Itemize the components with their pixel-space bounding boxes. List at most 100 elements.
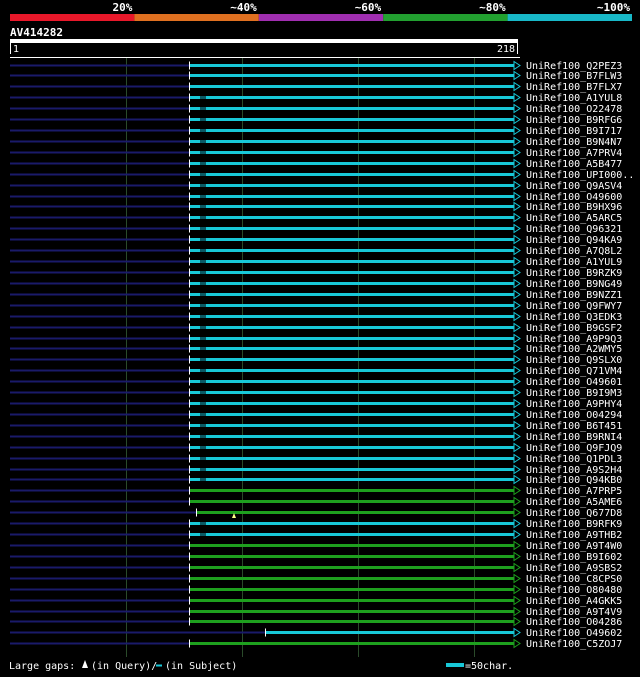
hit-label[interactable]: UniRef100_A5B477 bbox=[526, 159, 622, 170]
hit-label[interactable]: UniRef100_A5AME6 bbox=[526, 497, 622, 508]
hit-bar[interactable] bbox=[189, 620, 514, 623]
hit-row[interactable]: UniRef100_B9HX96 bbox=[10, 201, 622, 213]
hit-row[interactable]: UniRef100_Q677D8 bbox=[10, 507, 622, 519]
hit-row[interactable]: UniRef100_Q71VM4 bbox=[10, 365, 622, 377]
hit-label[interactable]: UniRef100_A7PRP5 bbox=[526, 486, 622, 497]
hit-bar[interactable] bbox=[189, 347, 514, 350]
hit-row[interactable]: UniRef100_B9NZZ1 bbox=[10, 289, 622, 301]
hit-label[interactable]: UniRef100_B7FLW3 bbox=[526, 71, 622, 82]
hit-bar[interactable] bbox=[189, 402, 514, 405]
hit-label[interactable]: UniRef100_O80480 bbox=[526, 585, 622, 596]
hit-bar[interactable] bbox=[189, 129, 514, 132]
hit-label[interactable]: UniRef100_A7Q8L2 bbox=[526, 246, 622, 257]
hit-row[interactable]: UniRef100_B7FLW3 bbox=[10, 70, 622, 82]
hit-bar[interactable] bbox=[189, 544, 514, 547]
hit-label[interactable]: UniRef100_O49601 bbox=[526, 377, 622, 388]
hit-bar[interactable] bbox=[189, 489, 514, 492]
hit-bar[interactable] bbox=[189, 577, 514, 580]
hit-row[interactable]: UniRef100_B9RZK9 bbox=[10, 267, 622, 279]
hit-row[interactable]: UniRef100_A5ARC5 bbox=[10, 212, 622, 224]
hit-bar[interactable] bbox=[189, 380, 514, 383]
hit-bar[interactable] bbox=[189, 358, 514, 361]
hit-bar[interactable] bbox=[189, 457, 514, 460]
hit-bar[interactable] bbox=[189, 282, 514, 285]
hit-label[interactable]: UniRef100_Q9ASV4 bbox=[526, 181, 622, 192]
hit-label[interactable]: UniRef100_Q94KB0 bbox=[526, 475, 622, 486]
hit-row[interactable]: UniRef100_B7FLX7 bbox=[10, 81, 622, 93]
hit-label[interactable]: UniRef100_A2WMY5 bbox=[526, 344, 622, 355]
hit-row[interactable]: UniRef100_A9SBS2 bbox=[10, 562, 622, 574]
hit-row[interactable]: UniRef100_B9GSF2 bbox=[10, 322, 622, 334]
hit-row[interactable]: UniRef100_Q96321 bbox=[10, 223, 622, 235]
hit-label[interactable]: UniRef100_B9NZZ1 bbox=[526, 290, 622, 301]
hit-label[interactable]: UniRef100_Q1PDL3 bbox=[526, 454, 622, 465]
hit-row[interactable]: UniRef100_B9NG49 bbox=[10, 278, 622, 290]
hit-bar[interactable] bbox=[189, 599, 514, 602]
hit-label[interactable]: UniRef100_A1YUL8 bbox=[526, 93, 622, 104]
hit-label[interactable]: UniRef100_B6T451 bbox=[526, 421, 622, 432]
hit-bar[interactable] bbox=[189, 140, 514, 143]
hit-bar[interactable] bbox=[196, 511, 514, 514]
hit-row[interactable]: UniRef100_Q1PDL3 bbox=[10, 453, 622, 465]
hit-row[interactable]: UniRef100_B9N4N7 bbox=[10, 136, 622, 148]
hit-row[interactable]: UniRef100_O49602 bbox=[10, 627, 622, 639]
hit-row[interactable]: UniRef100_Q9SLX0 bbox=[10, 354, 622, 366]
hit-bar[interactable] bbox=[189, 413, 514, 416]
hit-row[interactable]: UniRef100_A7PRP5 bbox=[10, 485, 622, 497]
hit-bar[interactable] bbox=[189, 478, 514, 481]
hit-label[interactable]: UniRef100_C8CPS0 bbox=[526, 574, 622, 585]
hit-label[interactable]: UniRef100_A1YUL9 bbox=[526, 257, 622, 268]
hit-bar[interactable] bbox=[189, 500, 514, 503]
hit-row[interactable]: UniRef100_A7Q8L2 bbox=[10, 245, 622, 257]
hit-bar[interactable] bbox=[189, 184, 514, 187]
hit-bar[interactable] bbox=[189, 642, 514, 645]
hit-label[interactable]: UniRef100_Q71VM4 bbox=[526, 366, 622, 377]
hit-label[interactable]: UniRef100_B9RZK9 bbox=[526, 268, 622, 279]
hit-bar[interactable] bbox=[189, 293, 514, 296]
hit-label[interactable]: UniRef100_O49602 bbox=[526, 628, 622, 639]
hit-label[interactable]: UniRef100_A9THB2 bbox=[526, 530, 622, 541]
hit-bar[interactable] bbox=[189, 588, 514, 591]
hit-row[interactable]: UniRef100_UPI000.. bbox=[10, 169, 634, 181]
hit-label[interactable]: UniRef100_Q9FWY7 bbox=[526, 301, 622, 312]
hit-row[interactable]: UniRef100_A5AME6 bbox=[10, 496, 622, 508]
hit-label[interactable]: UniRef100_Q96321 bbox=[526, 224, 622, 235]
hit-row[interactable]: UniRef100_B9RFK9 bbox=[10, 518, 622, 530]
hit-label[interactable]: UniRef100_A9SBS2 bbox=[526, 563, 622, 574]
hit-label[interactable]: UniRef100_B9I602 bbox=[526, 552, 622, 563]
hit-row[interactable]: UniRef100_B9RFG6 bbox=[10, 114, 622, 126]
hit-bar[interactable] bbox=[189, 533, 514, 536]
hit-label[interactable]: UniRef100_B9HX96 bbox=[526, 202, 622, 213]
hit-label[interactable]: UniRef100_A5ARC5 bbox=[526, 213, 622, 224]
hit-label[interactable]: UniRef100_Q677D8 bbox=[526, 508, 622, 519]
hit-bar[interactable] bbox=[189, 107, 514, 110]
hit-row[interactable]: UniRef100_C8CPS0 bbox=[10, 573, 622, 585]
hit-row[interactable]: UniRef100_B9I602 bbox=[10, 551, 622, 563]
hit-label[interactable]: UniRef100_B9I9M3 bbox=[526, 388, 622, 399]
hit-bar[interactable] bbox=[189, 85, 514, 88]
hit-label[interactable]: UniRef100_A7PRV4 bbox=[526, 148, 622, 159]
hit-bar[interactable] bbox=[189, 446, 514, 449]
hit-row[interactable]: UniRef100_A2WMY5 bbox=[10, 343, 622, 355]
hit-bar[interactable] bbox=[189, 151, 514, 154]
hit-bar[interactable] bbox=[189, 74, 514, 77]
hit-row[interactable]: UniRef100_A7PRV4 bbox=[10, 147, 622, 159]
hit-label[interactable]: UniRef100_B9RFK9 bbox=[526, 519, 622, 530]
hit-row[interactable]: UniRef100_O04294 bbox=[10, 409, 622, 421]
hit-label[interactable]: UniRef100_B9I717 bbox=[526, 126, 622, 137]
hit-bar[interactable] bbox=[189, 162, 514, 165]
hit-label[interactable]: UniRef100_UPI000.. bbox=[526, 170, 634, 181]
hit-row[interactable]: UniRef100_B9RNI4 bbox=[10, 431, 622, 443]
hit-row[interactable]: UniRef100_A4GKK5 bbox=[10, 595, 622, 607]
hit-label[interactable]: UniRef100_B7FLX7 bbox=[526, 82, 622, 93]
hit-bar[interactable] bbox=[189, 205, 514, 208]
hit-bar[interactable] bbox=[189, 315, 514, 318]
hit-label[interactable]: UniRef100_B9RFG6 bbox=[526, 115, 622, 126]
hit-row[interactable]: UniRef100_Q9FJQ9 bbox=[10, 442, 622, 454]
hit-label[interactable]: UniRef100_B9NG49 bbox=[526, 279, 622, 290]
hit-bar[interactable] bbox=[189, 610, 514, 613]
hit-bar[interactable] bbox=[189, 555, 514, 558]
hit-row[interactable]: UniRef100_Q9FWY7 bbox=[10, 300, 622, 312]
hit-bar[interactable] bbox=[189, 369, 514, 372]
hit-row[interactable]: UniRef100_B9I717 bbox=[10, 125, 622, 137]
